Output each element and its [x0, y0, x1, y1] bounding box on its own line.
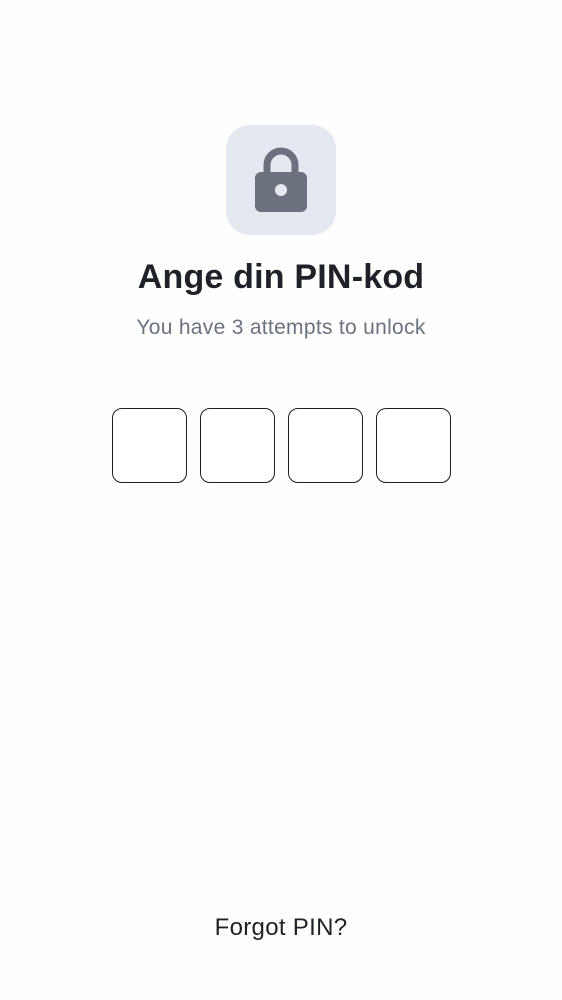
- pin-digit-3[interactable]: [288, 408, 363, 483]
- lock-tile: [226, 125, 336, 235]
- pin-digit-1[interactable]: [112, 408, 187, 483]
- forgot-pin-link[interactable]: Forgot PIN?: [215, 914, 348, 941]
- pin-digit-2[interactable]: [200, 408, 275, 483]
- page-title: Ange din PIN-kod: [137, 258, 425, 296]
- pin-input-row: [112, 408, 451, 483]
- lock-icon: [255, 147, 307, 212]
- forgot-pin-area: Forgot PIN?: [0, 914, 562, 942]
- attempts-subtitle: You have 3 attempts to unlock: [136, 316, 426, 339]
- pin-digit-4[interactable]: [376, 408, 451, 483]
